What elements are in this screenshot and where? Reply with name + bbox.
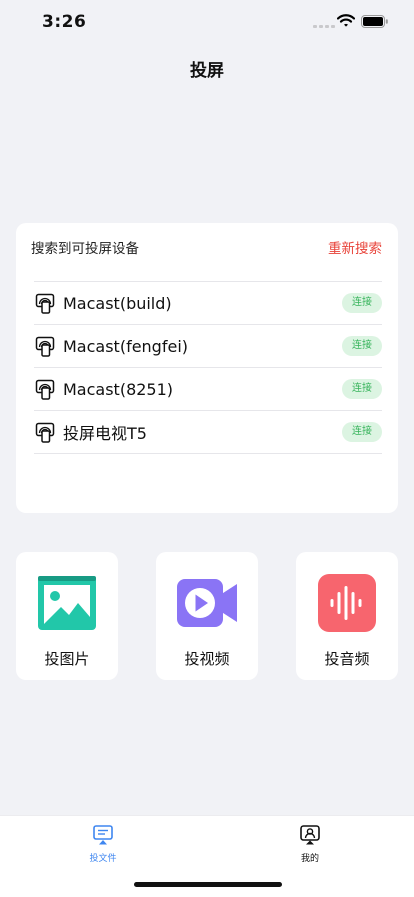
cast-video-label: 投视频 — [184, 650, 230, 668]
cast-audio-button[interactable]: 投音频 — [296, 552, 398, 680]
device-row[interactable]: 投屏电视T5 连接 — [34, 411, 382, 454]
cast-image-button[interactable]: 投图片 — [16, 552, 118, 680]
cast-device-icon — [35, 292, 57, 314]
device-list-card: 搜索到可投屏设备 重新搜索 Macast(build) 连接 Macast(fe… — [16, 223, 398, 513]
connect-button[interactable]: 连接 — [342, 422, 382, 442]
cast-image-label: 投图片 — [44, 650, 90, 668]
connect-button[interactable]: 连接 — [342, 293, 382, 313]
status-time: 3:26 — [42, 12, 87, 32]
cast-file-icon — [93, 825, 113, 845]
cellular-signal-icon — [313, 25, 335, 28]
device-list: Macast(build) 连接 Macast(fengfei) 连接 Maca… — [34, 281, 382, 454]
cast-video-button[interactable]: 投视频 — [156, 552, 258, 680]
tab-profile-label: 我的 — [300, 854, 319, 864]
rescan-button[interactable]: 重新搜索 — [328, 237, 382, 257]
cast-audio-label: 投音频 — [324, 650, 370, 668]
video-icon — [177, 579, 237, 627]
connect-button[interactable]: 连接 — [342, 336, 382, 356]
profile-icon — [300, 825, 320, 845]
device-name: Macast(8251) — [63, 379, 174, 399]
cast-device-icon — [35, 421, 57, 443]
device-row[interactable]: Macast(build) 连接 — [34, 282, 382, 325]
device-name: Macast(build) — [63, 293, 172, 313]
tab-profile[interactable]: 我的 — [260, 824, 360, 868]
wifi-icon — [337, 14, 355, 27]
device-row[interactable]: Macast(fengfei) 连接 — [34, 325, 382, 368]
audio-icon — [318, 574, 376, 632]
card-header: 搜索到可投屏设备 重新搜索 — [31, 237, 382, 257]
card-title: 搜索到可投屏设备 — [31, 241, 139, 257]
home-indicator — [134, 882, 282, 887]
connect-button[interactable]: 连接 — [342, 379, 382, 399]
status-bar: 3:26 — [0, 0, 414, 46]
tab-cast-files-label: 投文件 — [89, 854, 117, 864]
tab-cast-files[interactable]: 投文件 — [53, 824, 153, 868]
cast-device-icon — [35, 378, 57, 400]
image-icon — [38, 576, 96, 630]
page-title: 投屏 — [190, 61, 224, 81]
device-name: Macast(fengfei) — [63, 336, 188, 356]
device-row[interactable]: Macast(8251) 连接 — [34, 368, 382, 411]
battery-icon — [361, 15, 388, 28]
cast-device-icon — [35, 335, 57, 357]
device-name: 投屏电视T5 — [63, 424, 147, 443]
